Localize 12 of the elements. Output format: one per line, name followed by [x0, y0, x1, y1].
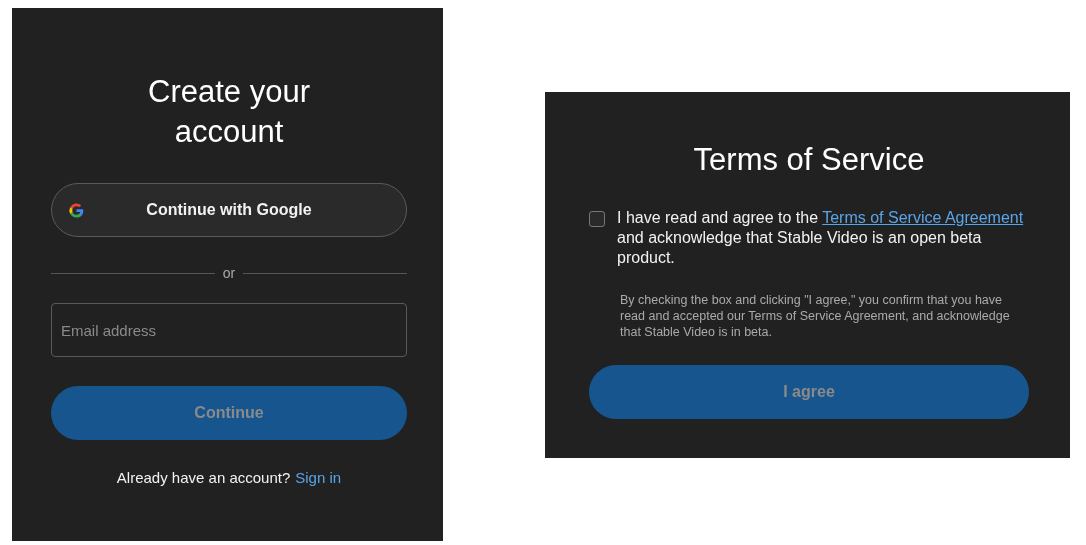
- account-prompt: Already have an account?: [116, 469, 291, 486]
- terms-link[interactable]: Terms of Service Agreement: [822, 209, 1024, 226]
- sign-in-link[interactable]: Sign in: [295, 469, 342, 486]
- agree-checkbox[interactable]: [589, 211, 605, 227]
- signup-title: Create your account: [147, 73, 311, 151]
- or-label: or: [222, 265, 236, 281]
- google-signin-button[interactable]: Continue with Google: [51, 183, 407, 237]
- consent-note: By checking the box and clicking "I agree," you confirm that you have read and accepted our Terms of Service Agreement, and acknowledge that Stable Video is in beta.: [620, 292, 1011, 340]
- terms-title: Terms of Service: [692, 142, 926, 178]
- google-g-icon: [68, 201, 85, 219]
- email-field[interactable]: Email address: [51, 303, 407, 357]
- agreement-text: I have read and agree to the Terms of Service Agreement and acknowledge that Stable Video is an open beta product.: [617, 208, 1025, 268]
